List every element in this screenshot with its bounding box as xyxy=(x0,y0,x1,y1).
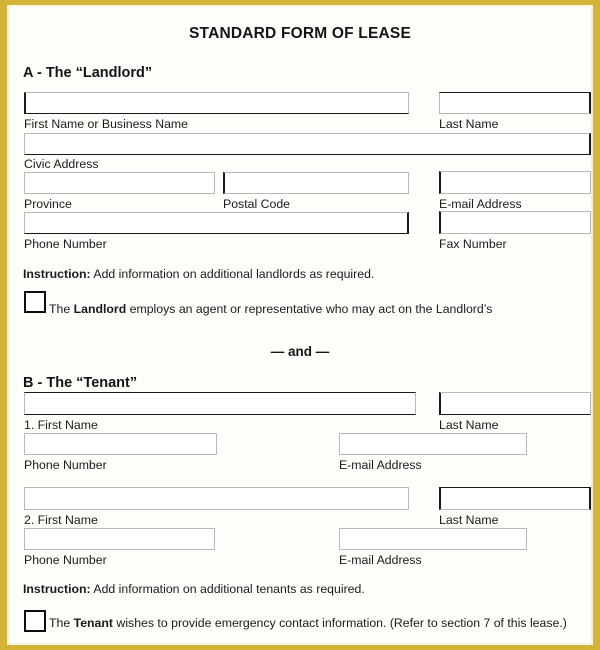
tenant-emergency-text-after: wishes to provide emergency contact info… xyxy=(113,616,567,630)
landlord-civic-address-input[interactable] xyxy=(24,133,591,155)
tenant2-last-name-label: Last Name xyxy=(439,513,499,527)
landlord-phone-label: Phone Number xyxy=(24,237,107,251)
tenant1-phone-input[interactable] xyxy=(24,433,217,455)
tenant2-first-name-label: 2. First Name xyxy=(24,513,98,527)
lease-form-sheet: STANDARD FORM OF LEASE A - The “Landlord… xyxy=(7,5,593,645)
landlord-email-label: E-mail Address xyxy=(439,197,522,211)
tenant-emergency-text-bold: Tenant xyxy=(73,616,114,630)
tenant-instruction: Instruction: Add information on addition… xyxy=(23,582,365,596)
tenant2-phone-label: Phone Number xyxy=(24,553,107,567)
tenant2-email-input[interactable] xyxy=(339,528,527,550)
landlord-instruction-prefix: Instruction: xyxy=(23,267,91,281)
tenant2-phone-input[interactable] xyxy=(24,528,215,550)
landlord-last-name-label: Last Name xyxy=(439,117,499,131)
tenant1-email-label: E-mail Address xyxy=(339,458,422,472)
tenant-instruction-text: Add information on additional tenants as… xyxy=(90,582,365,596)
tenant-instruction-prefix: Instruction: xyxy=(23,582,91,596)
tenant1-email-input[interactable] xyxy=(339,433,527,455)
landlord-civic-address-label: Civic Address xyxy=(24,157,99,171)
section-a-heading: A - The “Landlord” xyxy=(23,65,153,81)
lease-form-page: STANDARD FORM OF LEASE A - The “Landlord… xyxy=(0,0,600,650)
landlord-agent-text-after: employs an agent or representative who m… xyxy=(126,302,493,316)
tenant1-phone-label: Phone Number xyxy=(24,458,107,472)
landlord-province-label: Province xyxy=(24,197,72,211)
tenant2-email-label: E-mail Address xyxy=(339,553,422,567)
landlord-postal-code-input[interactable] xyxy=(223,172,409,194)
landlord-province-input[interactable] xyxy=(24,172,215,194)
landlord-fax-input[interactable] xyxy=(439,211,591,234)
tenant2-last-name-input[interactable] xyxy=(439,487,591,510)
tenant-emergency-contact-checkbox[interactable] xyxy=(24,610,46,632)
landlord-instruction: Instruction: Add information on addition… xyxy=(23,267,374,281)
and-separator: — and — xyxy=(270,344,330,359)
landlord-last-name-input[interactable] xyxy=(439,92,591,114)
landlord-agent-text-before: The xyxy=(49,302,74,316)
page-title: STANDARD FORM OF LEASE xyxy=(189,25,411,42)
landlord-agent-checkbox[interactable] xyxy=(24,291,46,313)
landlord-instruction-text: Add information on additional landlords … xyxy=(90,267,375,281)
landlord-postal-code-label: Postal Code xyxy=(223,197,290,211)
landlord-agent-checkbox-label: The Landlord employs an agent or represe… xyxy=(49,302,492,316)
landlord-fax-label: Fax Number xyxy=(439,237,507,251)
landlord-first-name-input[interactable] xyxy=(24,92,409,114)
landlord-email-input[interactable] xyxy=(439,171,591,194)
tenant2-first-name-input[interactable] xyxy=(24,487,409,510)
tenant1-first-name-label: 1. First Name xyxy=(24,418,98,432)
tenant1-last-name-input[interactable] xyxy=(439,392,591,415)
landlord-agent-text-bold: Landlord xyxy=(73,302,127,316)
landlord-phone-input[interactable] xyxy=(24,212,409,234)
tenant-emergency-contact-label: The Tenant wishes to provide emergency c… xyxy=(49,616,567,630)
tenant-emergency-text-before: The xyxy=(49,616,74,630)
section-b-heading: B - The “Tenant” xyxy=(23,375,138,391)
tenant1-first-name-input[interactable] xyxy=(24,392,416,415)
tenant1-last-name-label: Last Name xyxy=(439,418,499,432)
landlord-first-name-label: First Name or Business Name xyxy=(24,117,189,131)
